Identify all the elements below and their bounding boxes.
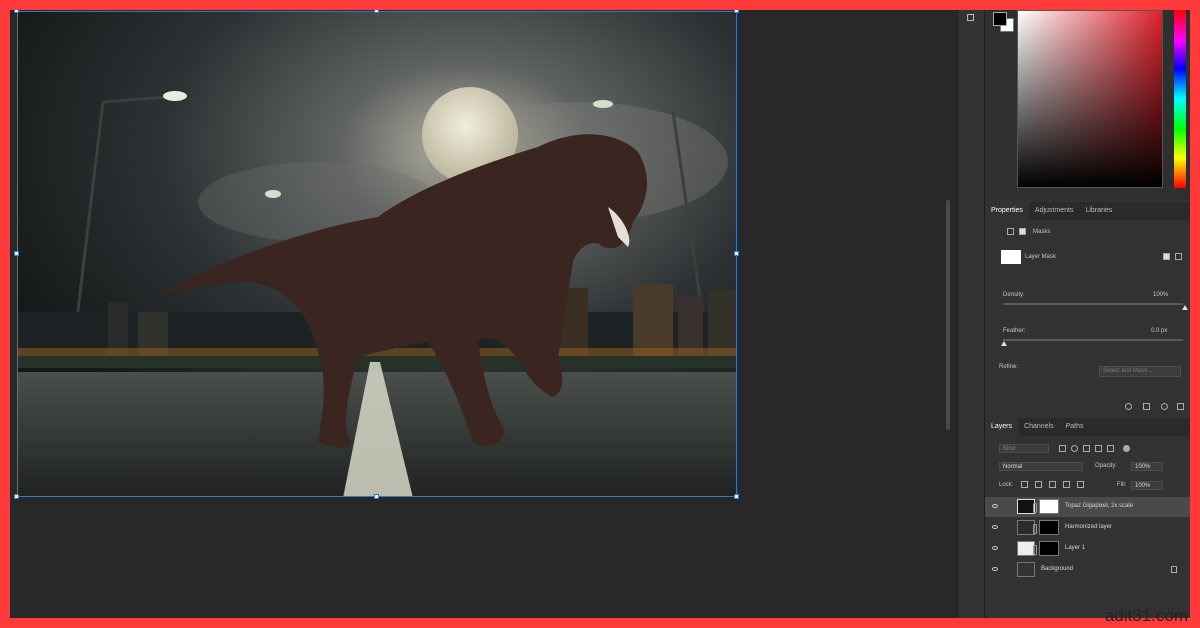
fill-field[interactable]: 100%	[1131, 481, 1163, 490]
lock-artboard-icon[interactable]	[1063, 481, 1070, 488]
vector-mask-icon[interactable]	[1019, 228, 1026, 235]
filter-shape-icon[interactable]	[1095, 445, 1102, 452]
link-icon[interactable]	[1033, 503, 1037, 513]
layer-thumbnail	[1017, 562, 1035, 577]
layer-mask-thumb	[1039, 541, 1059, 556]
canvas-scrollbar[interactable]	[946, 200, 950, 430]
transform-handle-bottom[interactable]	[374, 494, 379, 499]
layer-name: Background	[1041, 566, 1074, 572]
masks-label: Masks	[1033, 229, 1051, 235]
transform-handle-bottom-left[interactable]	[14, 494, 19, 499]
layer-name: Harmonized layer	[1065, 524, 1113, 530]
filter-adjustment-icon[interactable]	[1071, 445, 1078, 452]
hue-slider[interactable]	[1174, 10, 1186, 188]
layer-row-background[interactable]: Background	[985, 560, 1190, 580]
delete-mask-icon[interactable]	[1177, 403, 1184, 410]
density-value[interactable]: 100%	[1153, 292, 1168, 298]
transform-handle-bottom-right[interactable]	[734, 494, 739, 499]
pixel-mask-icon[interactable]	[1007, 228, 1014, 235]
density-slider-thumb[interactable]	[1182, 305, 1188, 310]
feather-value[interactable]: 0.0 px	[1151, 328, 1167, 334]
transform-handle-left[interactable]	[14, 251, 19, 256]
swap-colors-icon[interactable]	[967, 14, 974, 21]
layer-name: Topaz Gigapixel, 2x scale	[1065, 503, 1134, 509]
apply-mask-icon[interactable]	[1163, 253, 1170, 260]
artwork-image	[18, 12, 736, 496]
link-icon[interactable]	[1033, 524, 1037, 534]
right-panels: Properties Adjustments Libraries Masks L…	[984, 10, 1190, 618]
link-icon[interactable]	[1033, 545, 1037, 555]
layer-mask-thumb	[1039, 520, 1059, 535]
density-label: Density:	[1003, 292, 1025, 298]
lock-icon[interactable]	[1171, 566, 1177, 573]
eye-icon[interactable]	[992, 525, 998, 529]
watermark: adit31.com	[1104, 606, 1188, 625]
tab-channels[interactable]: Channels	[1018, 418, 1060, 436]
transform-handle-top-left[interactable]	[14, 10, 19, 13]
transform-handle-right[interactable]	[734, 251, 739, 256]
layer-mask-thumbnail	[1001, 250, 1021, 264]
eye-icon[interactable]	[992, 546, 998, 550]
transform-handle-top-right[interactable]	[734, 10, 739, 13]
filter-pixel-icon[interactable]	[1059, 445, 1066, 452]
visibility-icon[interactable]	[1161, 403, 1168, 410]
layer-row-harmonized[interactable]: Harmonized layer	[985, 518, 1190, 538]
mask-options-icon[interactable]	[1175, 253, 1182, 260]
document-canvas[interactable]	[10, 10, 955, 618]
feather-slider[interactable]	[1003, 339, 1183, 341]
tab-paths[interactable]: Paths	[1060, 418, 1090, 436]
blend-mode-select[interactable]: Normal	[999, 462, 1083, 471]
layer-row-topaz[interactable]: Topaz Gigapixel, 2x scale	[985, 497, 1190, 517]
filter-smart-object-icon[interactable]	[1107, 445, 1114, 452]
properties-tabs: Properties Adjustments Libraries	[985, 202, 1190, 220]
panel-toolstrip	[957, 10, 984, 618]
select-and-mask-button[interactable]: Select and Mask...	[1099, 366, 1181, 377]
load-selection-icon[interactable]	[1125, 403, 1132, 410]
opacity-field[interactable]: 100%	[1131, 462, 1163, 471]
tab-layers[interactable]: Layers	[985, 418, 1019, 436]
feather-slider-thumb[interactable]	[1001, 341, 1007, 346]
opacity-label: Opacity:	[1095, 463, 1118, 469]
tab-adjustments[interactable]: Adjustments	[1029, 202, 1080, 220]
layer-search-input[interactable]: Kind	[999, 444, 1049, 453]
feather-label: Feather:	[1003, 328, 1026, 334]
tab-properties[interactable]: Properties	[985, 202, 1029, 220]
dinosaur-artwork[interactable]	[17, 11, 737, 497]
lock-pixels-icon[interactable]	[1035, 481, 1042, 488]
transform-handle-top[interactable]	[374, 10, 379, 13]
lock-label: Lock:	[999, 482, 1014, 488]
layers-tabs: Layers Channels Paths	[985, 418, 1190, 436]
layer-mask-label: Layer Mask	[1025, 254, 1057, 260]
color-field[interactable]	[1017, 10, 1163, 188]
foreground-color-swatch[interactable]	[993, 12, 1007, 26]
refine-label: Refine:	[999, 364, 1019, 370]
eye-icon[interactable]	[992, 504, 998, 508]
photoshop-window: Properties Adjustments Libraries Masks L…	[10, 10, 1190, 618]
apply-icon[interactable]	[1143, 403, 1150, 410]
lock-transparency-icon[interactable]	[1021, 481, 1028, 488]
density-slider[interactable]	[1003, 303, 1183, 305]
lock-all-icon[interactable]	[1077, 481, 1084, 488]
filter-type-icon[interactable]	[1083, 445, 1090, 452]
tab-libraries[interactable]: Libraries	[1079, 202, 1118, 220]
lock-position-icon[interactable]	[1049, 481, 1056, 488]
eye-icon[interactable]	[992, 567, 998, 571]
layer-mask-thumb	[1039, 499, 1059, 514]
layer-row-layer1[interactable]: Layer 1	[985, 539, 1190, 559]
filter-toggle-icon[interactable]	[1123, 445, 1130, 452]
fill-label: Fill:	[1117, 482, 1127, 488]
layer-name: Layer 1	[1065, 545, 1086, 551]
color-picker-panel	[985, 10, 1190, 200]
